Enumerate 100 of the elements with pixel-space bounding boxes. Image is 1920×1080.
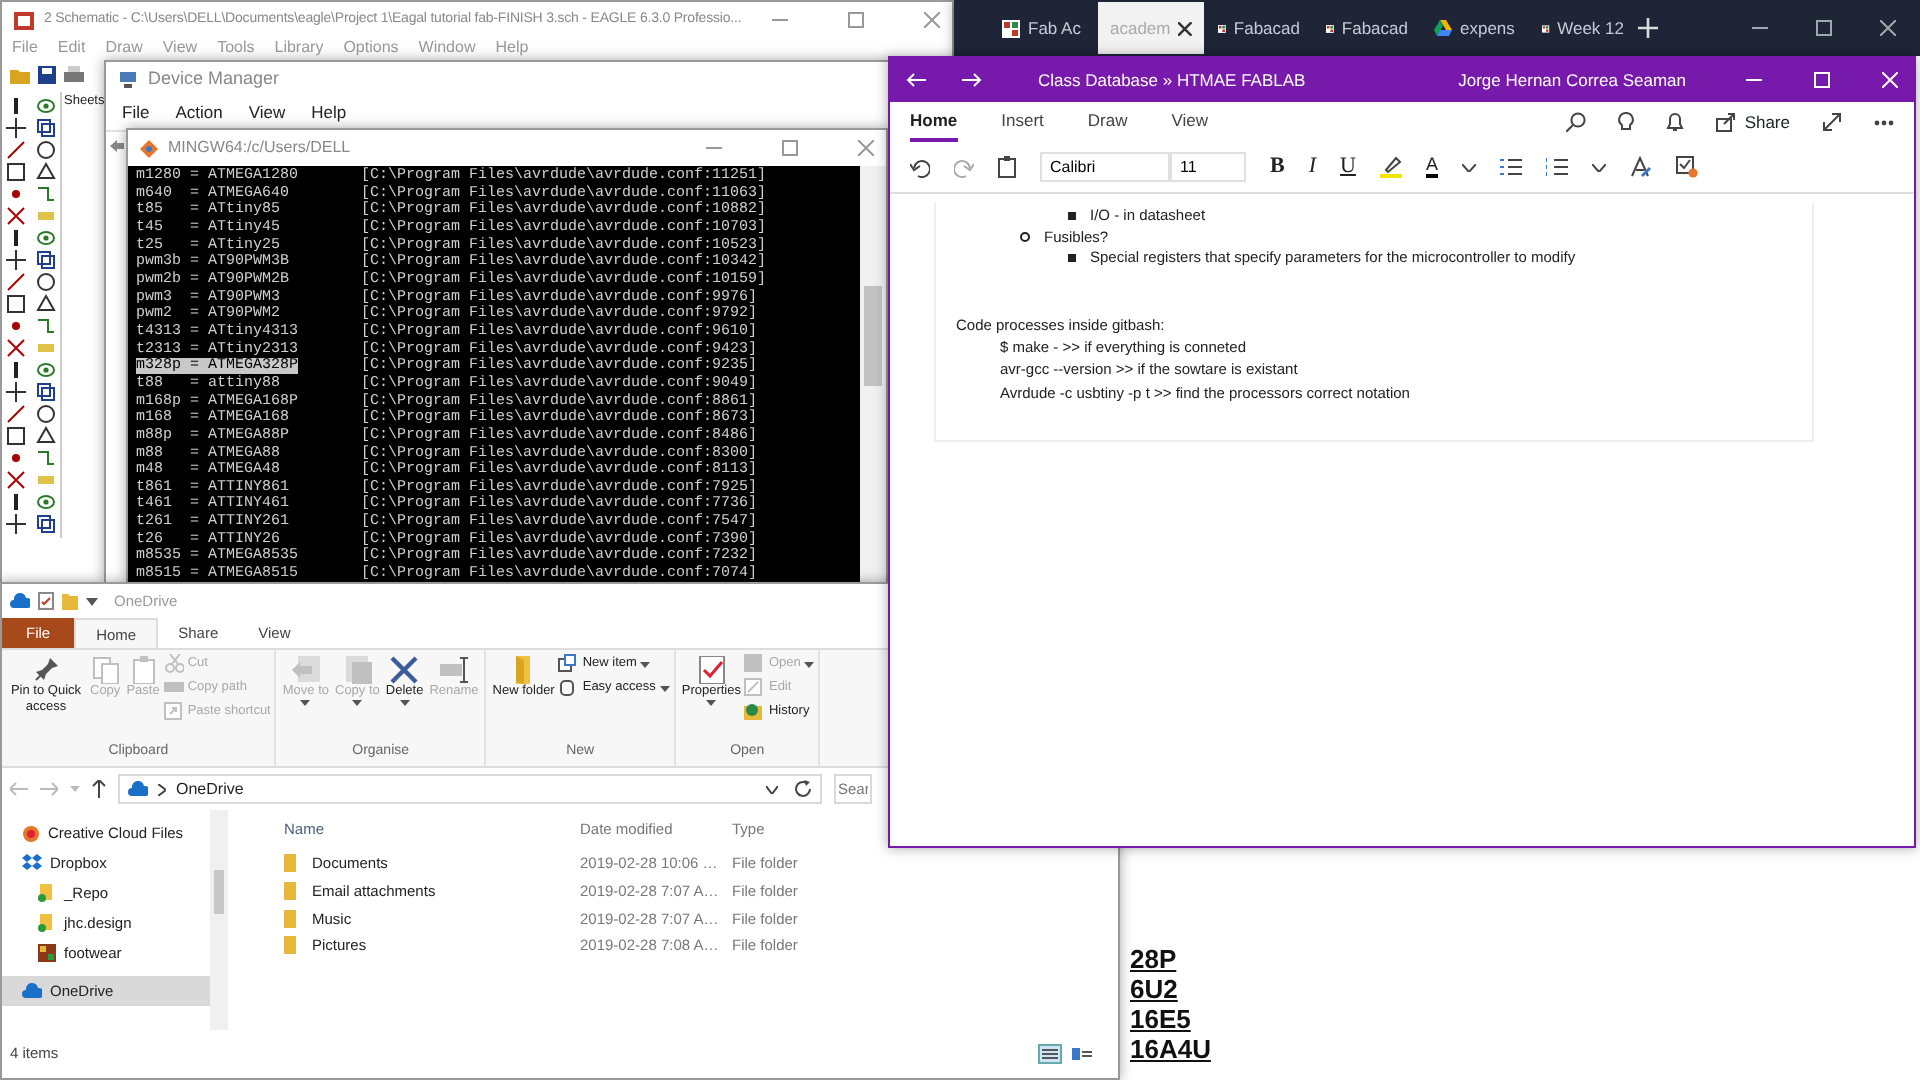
scroll-thumb[interactable] xyxy=(864,286,882,386)
format-button[interactable]: I xyxy=(1308,150,1317,184)
square-icon[interactable] xyxy=(6,162,26,182)
font-size-field[interactable]: 11 xyxy=(1170,152,1246,182)
highlighter-icon[interactable] xyxy=(1379,156,1402,178)
cloud-icon xyxy=(22,982,42,1000)
dot-icon[interactable] xyxy=(6,316,26,336)
caret-icon[interactable] xyxy=(86,597,98,605)
dot-icon[interactable] xyxy=(6,448,26,468)
properties-icon[interactable] xyxy=(38,592,54,610)
expand-icon[interactable] xyxy=(1822,112,1842,132)
triangle-icon xyxy=(1434,20,1452,36)
details-view-icon[interactable] xyxy=(1038,1043,1062,1064)
menu-item[interactable]: Action xyxy=(175,100,223,126)
format-button[interactable]: U xyxy=(1340,150,1356,184)
square-icon[interactable] xyxy=(6,294,26,314)
more-icon[interactable] xyxy=(1874,119,1894,125)
lightbulb-icon[interactable] xyxy=(1618,112,1635,132)
polygon-icon[interactable] xyxy=(36,294,56,314)
menu-item[interactable]: Help xyxy=(311,100,347,126)
menu-item[interactable]: File xyxy=(122,100,150,126)
undo-icon[interactable] xyxy=(910,157,930,177)
search-icon[interactable] xyxy=(1566,112,1587,132)
caret-icon xyxy=(804,661,815,667)
share-button[interactable]: Share xyxy=(1716,109,1790,135)
cloud-icon xyxy=(22,824,40,842)
clipboard-icon xyxy=(129,656,157,684)
move-icon[interactable] xyxy=(6,118,26,138)
new-tab-icon[interactable] xyxy=(1638,18,1658,38)
browser-tab[interactable]: Fabacad xyxy=(1206,2,1312,54)
font-color-button[interactable]: A xyxy=(1425,156,1438,178)
eye-icon[interactable] xyxy=(36,228,56,248)
pen-icon[interactable] xyxy=(1629,156,1652,178)
square-bullet-icon xyxy=(1068,254,1076,263)
browser-tab[interactable]: Fab Ac xyxy=(990,2,1096,54)
rename-icon xyxy=(439,656,468,684)
scroll-thumb[interactable] xyxy=(214,870,224,914)
line-icon[interactable] xyxy=(6,404,26,424)
ribbon-tab[interactable]: Draw xyxy=(1087,101,1128,143)
square-bullet-icon xyxy=(1068,212,1076,221)
cross-icon[interactable] xyxy=(6,338,26,358)
clipboard-icon[interactable] xyxy=(998,156,1016,178)
menu-item[interactable]: View xyxy=(248,100,286,126)
square-icon[interactable] xyxy=(6,426,26,446)
move-icon[interactable] xyxy=(6,514,26,534)
caret-icon[interactable] xyxy=(766,785,778,793)
caret-icon[interactable] xyxy=(1461,163,1476,171)
numbering-icon[interactable] xyxy=(1545,158,1568,176)
move-icon[interactable] xyxy=(6,382,26,402)
bullets-icon[interactable] xyxy=(1499,158,1522,176)
share-icon xyxy=(1716,112,1737,132)
address-bar[interactable]: OneDrive xyxy=(118,774,822,804)
circle-icon[interactable] xyxy=(36,272,56,292)
caret-icon xyxy=(659,685,670,691)
format-button[interactable]: B xyxy=(1270,150,1285,184)
ribbon-tab[interactable]: Home xyxy=(910,101,958,143)
browser-tab[interactable]: Fabacad xyxy=(1314,2,1420,54)
browser-tab[interactable]: expens xyxy=(1422,2,1528,54)
line-icon[interactable] xyxy=(6,140,26,160)
dot-icon[interactable] xyxy=(6,184,26,204)
caret-icon[interactable] xyxy=(1591,163,1606,171)
eye-icon[interactable] xyxy=(36,96,56,116)
tiles-view-icon[interactable] xyxy=(1070,1043,1094,1064)
page-text: 16A4U xyxy=(1130,1036,1213,1064)
eye-icon[interactable] xyxy=(36,360,56,380)
scrollbar[interactable] xyxy=(860,166,886,582)
cross-icon[interactable] xyxy=(6,470,26,490)
save-icon[interactable] xyxy=(38,66,56,84)
polygon-icon[interactable] xyxy=(36,426,56,446)
back-icon[interactable] xyxy=(110,139,124,152)
polygon-icon[interactable] xyxy=(36,162,56,182)
maximize-icon[interactable] xyxy=(1816,20,1832,36)
close-icon[interactable] xyxy=(1880,20,1896,36)
circle-icon[interactable] xyxy=(36,404,56,424)
print-icon[interactable] xyxy=(64,66,84,84)
font-field[interactable]: Calibri xyxy=(1040,152,1170,182)
up-icon[interactable] xyxy=(92,780,106,798)
cross-icon[interactable] xyxy=(6,206,26,226)
bell-icon[interactable] xyxy=(1666,112,1685,132)
browser-tab[interactable]: Week 12 xyxy=(1530,2,1636,54)
wire-icon[interactable] xyxy=(36,448,56,468)
ribbon-tab[interactable]: Insert xyxy=(1001,101,1044,143)
refresh-icon[interactable] xyxy=(794,780,812,798)
diamond-icon xyxy=(140,139,158,157)
line-icon[interactable] xyxy=(6,272,26,292)
eye-icon[interactable] xyxy=(36,492,56,512)
scrollbar[interactable] xyxy=(210,810,228,1030)
folder-icon xyxy=(38,914,56,932)
ribbon-tab[interactable]: View xyxy=(1171,101,1209,143)
circle-icon[interactable] xyxy=(36,140,56,160)
close-icon[interactable] xyxy=(1178,21,1192,35)
copy-icon[interactable] xyxy=(36,382,56,402)
tag-icon[interactable] xyxy=(1675,156,1698,178)
wire-icon[interactable] xyxy=(36,316,56,336)
wire-icon[interactable] xyxy=(36,184,56,204)
dropbox-icon xyxy=(22,854,42,872)
copy-icon[interactable] xyxy=(36,118,56,138)
move-icon[interactable] xyxy=(6,250,26,270)
copy-icon[interactable] xyxy=(36,250,56,270)
copy-icon[interactable] xyxy=(36,514,56,534)
